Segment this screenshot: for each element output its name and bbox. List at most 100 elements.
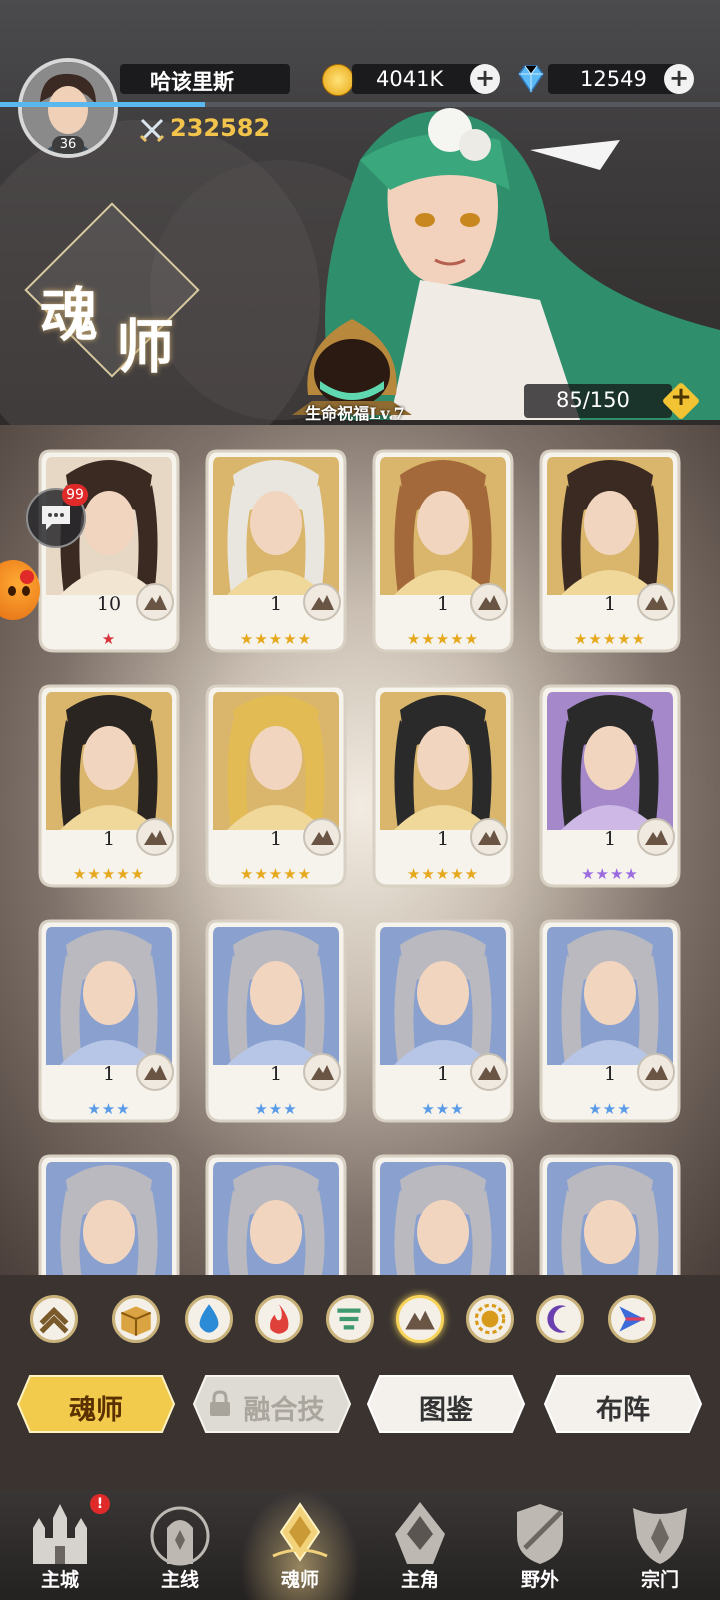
hero-stars: ★★★★★: [406, 630, 480, 648]
hero-card[interactable]: 10 ★: [36, 445, 182, 655]
hero-portrait: [38, 1154, 180, 1275]
hero-portrait: [372, 919, 514, 1123]
filter-rank-up-button[interactable]: [30, 1295, 78, 1343]
nav-sect-label: 宗门: [640, 1569, 679, 1591]
hero-grid: 10 ★ 1 ★★★★★ 1 ★★★★★ 1 ★★★★★ 1 ★★★★★ 1 ★★★★★ 1 ★★★★★ 1…: [0, 425, 720, 1275]
hero-card[interactable]: 1 ★★★★★: [537, 445, 683, 655]
tab-hunshi[interactable]: 魂师: [16, 1372, 176, 1436]
capacity-value: 85/150: [556, 388, 630, 412]
nav-hunshi-label: 魂师: [280, 1569, 319, 1591]
hero-card-partial[interactable]: [36, 1150, 182, 1275]
hero-card[interactable]: 1 ★★★★★: [203, 445, 349, 655]
diamond-bar: 12549: [548, 64, 680, 94]
hero-portrait: [372, 684, 514, 888]
filter-arcane-button[interactable]: [608, 1295, 656, 1343]
sect-crest-icon: [633, 1508, 687, 1564]
hero-portrait: [38, 684, 180, 888]
hero-level: 1: [102, 1063, 116, 1085]
hero-card[interactable]: 1 ★★★★★: [36, 680, 182, 890]
hero-card[interactable]: 1 ★★★★: [537, 680, 683, 890]
filter-earth-button[interactable]: [396, 1295, 444, 1343]
hero-card-partial[interactable]: [370, 1150, 516, 1275]
shield-sword-icon: [517, 1504, 563, 1564]
add-diamond-button[interactable]: +: [664, 64, 694, 94]
box-icon: [120, 1306, 152, 1336]
page-title-char-1: 魂: [40, 281, 99, 349]
diamond-icon: [518, 65, 544, 94]
filter-box-button[interactable]: [112, 1295, 160, 1343]
hero-stars: ★★★★★: [406, 865, 480, 883]
hooded-figure-icon: [395, 1502, 445, 1564]
filter-wind-button[interactable]: [326, 1295, 374, 1343]
page-title-char-2: 师: [116, 313, 175, 381]
player-name-bar: 哈该里斯: [120, 64, 290, 94]
nav-main-line[interactable]: 主线: [120, 1490, 240, 1600]
hero-portrait: [205, 449, 347, 653]
nav-city[interactable]: ! 主城: [0, 1490, 120, 1600]
blessing-level: 生命祝福Lv.7: [305, 404, 405, 423]
hero-card[interactable]: 1 ★★★: [36, 915, 182, 1125]
hero-stars: ★★★: [421, 1100, 465, 1118]
bottom-nav: ! 主城 主线 魂师 主角 野外 宗门: [0, 1490, 720, 1600]
hero-card-partial[interactable]: [537, 1150, 683, 1275]
tab-fusion-label: 融合技: [243, 1395, 325, 1426]
hero-stars: ★★★★★: [239, 630, 313, 648]
hero-portrait: [539, 919, 681, 1123]
hero-banner: 36 哈该里斯 4041K + 12549 + 232582 魂 师 生命祝福L…: [0, 0, 720, 425]
tab-formation-label: 布阵: [596, 1395, 650, 1426]
filter-dark-button[interactable]: [536, 1295, 584, 1343]
hero-level: 1: [436, 593, 450, 615]
exp-bar: [0, 102, 720, 107]
hero-card[interactable]: 1 ★★★★★: [370, 445, 516, 655]
tab-hunshi-label: 魂师: [69, 1395, 123, 1426]
hero-level: 1: [102, 828, 116, 850]
player-avatar[interactable]: 36: [18, 58, 118, 158]
hero-level: 1: [603, 1063, 617, 1085]
tab-fusion[interactable]: 融合技: [192, 1372, 352, 1436]
mascot-eye-icon: [8, 586, 16, 596]
hero-level: 10: [96, 593, 122, 615]
gold-icon: [322, 64, 354, 96]
nav-wild-label: 野外: [520, 1569, 559, 1591]
hero-level: 1: [436, 1063, 450, 1085]
hero-card[interactable]: 1 ★★★: [203, 915, 349, 1125]
hero-stars: ★★★: [254, 1100, 298, 1118]
hero-level: 1: [436, 828, 450, 850]
nav-protagonist[interactable]: 主角: [360, 1490, 480, 1600]
filter-light-button[interactable]: [466, 1295, 514, 1343]
hero-card[interactable]: 1 ★★★: [537, 915, 683, 1125]
hero-card-partial[interactable]: [203, 1150, 349, 1275]
gold-value: 4041K: [376, 67, 444, 91]
add-gold-button[interactable]: +: [470, 64, 500, 94]
hero-card[interactable]: 1 ★★★: [370, 915, 516, 1125]
nav-sect[interactable]: 宗门: [600, 1490, 720, 1600]
hero-level: 1: [269, 828, 283, 850]
arcane-icon: [619, 1306, 645, 1332]
tab-atlas[interactable]: 图鉴: [366, 1372, 526, 1436]
nav-wild[interactable]: 野外: [480, 1490, 600, 1600]
hero-portrait: [539, 449, 681, 653]
hero-stars: ★★★★★: [72, 865, 146, 883]
hero-level: 1: [269, 593, 283, 615]
hero-stars: ★★★★★: [573, 630, 647, 648]
filter-fire-button[interactable]: [255, 1295, 303, 1343]
hunshi-crystal-icon: [272, 1502, 328, 1562]
hero-stars: ★: [101, 630, 117, 648]
nav-hunshi[interactable]: 魂师: [240, 1490, 360, 1600]
nav-city-label: 主城: [40, 1569, 79, 1591]
light-icon: [474, 1303, 506, 1335]
hero-portrait: [205, 1154, 347, 1275]
player-level: 36: [52, 136, 84, 154]
tab-atlas-label: 图鉴: [419, 1395, 473, 1426]
dark-icon: [547, 1305, 567, 1333]
hero-card[interactable]: 1 ★★★★★: [203, 680, 349, 890]
filter-water-button[interactable]: [185, 1295, 233, 1343]
chat-unread-badge: 99: [62, 484, 88, 506]
tab-formation[interactable]: 布阵: [543, 1372, 703, 1436]
hero-portrait: [539, 1154, 681, 1275]
water-icon: [199, 1304, 219, 1333]
hero-card[interactable]: 1 ★★★★★: [370, 680, 516, 890]
crossed-swords-icon: [139, 118, 165, 143]
player-name: 哈该里斯: [150, 69, 234, 94]
earth-icon: [405, 1310, 435, 1330]
